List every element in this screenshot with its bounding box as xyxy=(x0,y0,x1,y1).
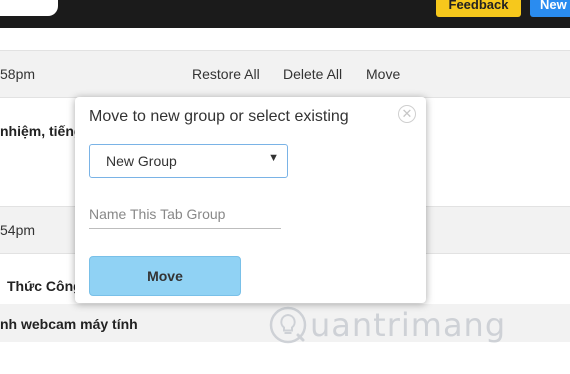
lightbulb-icon xyxy=(269,306,307,344)
move-link[interactable]: Move xyxy=(366,66,400,82)
watermark: uantrimang xyxy=(268,303,505,349)
group-header: 58pm Restore All Delete All Move xyxy=(0,50,570,98)
tab-title: Thức Công xyxy=(7,278,82,294)
move-dialog: Move to new group or select existing ✕ N… xyxy=(75,97,426,303)
watermark-text: uantrimang xyxy=(310,306,507,344)
close-icon[interactable]: ✕ xyxy=(398,105,416,123)
group-time: 54pm xyxy=(0,222,36,238)
group-time: 58pm xyxy=(0,66,36,82)
restore-all-link[interactable]: Restore All xyxy=(192,66,260,82)
feedback-button[interactable]: Feedback xyxy=(436,0,521,17)
group-select-value: New Group xyxy=(106,153,177,169)
group-name-input[interactable]: Name This Tab Group xyxy=(89,200,281,229)
delete-all-link[interactable]: Delete All xyxy=(283,66,342,82)
new-button[interactable]: New xyxy=(530,0,570,17)
tab-title: nhiệm, tiếng xyxy=(0,123,83,139)
search-box[interactable] xyxy=(0,0,58,16)
group-name-placeholder: Name This Tab Group xyxy=(89,206,226,222)
chevron-down-icon: ▼ xyxy=(268,152,279,164)
dialog-title: Move to new group or select existing xyxy=(89,108,349,125)
group-select[interactable]: New Group ▼ xyxy=(89,144,288,178)
top-bar: Feedback New xyxy=(0,0,570,28)
move-button[interactable]: Move xyxy=(89,256,241,296)
tab-title: nh webcam máy tính xyxy=(0,316,138,332)
